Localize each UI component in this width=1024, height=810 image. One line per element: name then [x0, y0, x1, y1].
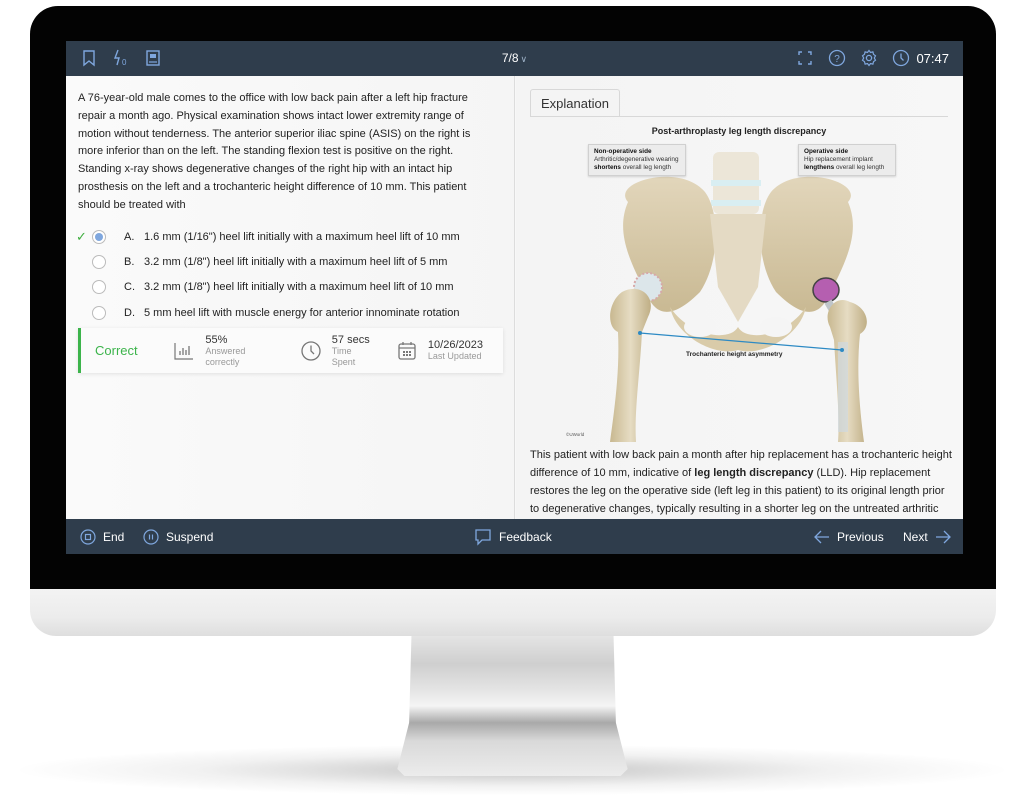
percent-label: Answered correctly — [205, 345, 246, 367]
option-letter: B. — [124, 256, 135, 269]
percent-value: 55% — [205, 333, 228, 346]
option-text: 1.6 mm (1/16") heel lift initially with … — [144, 230, 460, 243]
clock-icon — [892, 49, 910, 67]
figure-caption: Trochanteric height asymmetry — [686, 351, 783, 358]
callout-rest: overall leg length — [834, 164, 885, 171]
question-counter: 7/8 — [501, 51, 519, 65]
date-value: 10/26/2023 — [427, 339, 483, 351]
option-letter: A. — [124, 230, 135, 243]
end-label: End — [103, 529, 125, 544]
explanation-text: This patient with low back pain a month … — [530, 446, 955, 518]
explanation-pane: Explanation Post-arthroplasty leg length… — [516, 76, 963, 519]
monitor-chin — [30, 588, 996, 636]
callout-bold: lengthens — [804, 164, 835, 171]
question-stem: A 76-year-old male comes to the office w… — [78, 92, 471, 211]
settings-icon[interactable] — [860, 49, 878, 67]
answer-stats-panel: Correct 55% Answered correctly 57 secs T… — [78, 328, 503, 373]
callout-operative: Operative side Hip replacement implant l… — [798, 144, 896, 176]
calendar-icon — [396, 340, 418, 362]
percent-correct-stat: 55% Answered correctly — [173, 334, 279, 368]
question-pane: A 76-year-old male comes to the office w… — [66, 76, 515, 519]
explanation-figure[interactable]: Post-arthroplasty leg length discrepancy — [530, 122, 948, 442]
pause-icon — [143, 528, 159, 545]
time-value: 57 secs — [331, 333, 370, 346]
answer-option-a[interactable]: ✓ A. 1.6 mm (1/16") heel lift initially … — [76, 224, 460, 249]
answer-option-c[interactable]: C. 3.2 mm (1/8") heel lift initially wit… — [76, 275, 460, 300]
date-label: Last Updated — [427, 351, 482, 361]
figure-copyright: ©UWorld — [566, 432, 585, 437]
tab-explanation[interactable]: Explanation — [530, 89, 620, 116]
monitor-stand — [397, 636, 628, 776]
bottom-toolbar: End Suspend Feedback Previous Next — [66, 519, 963, 554]
radio-button[interactable] — [92, 280, 106, 295]
feedback-icon — [475, 528, 491, 546]
callout-non-operative: Non-operative side Arthritic/degenerativ… — [588, 144, 686, 176]
time-spent-stat: 57 secs Time Spent — [300, 334, 376, 368]
end-button[interactable]: End — [80, 519, 124, 554]
suspend-button[interactable]: Suspend — [143, 519, 213, 554]
answer-option-d[interactable]: D. 5 mm heel lift with muscle energy for… — [76, 300, 460, 325]
stop-icon — [80, 528, 96, 545]
radio-button[interactable] — [92, 229, 106, 244]
svg-text:?: ? — [835, 54, 841, 65]
clock-icon — [300, 340, 322, 362]
callout-bold: shortens — [594, 164, 621, 171]
help-icon[interactable]: ? — [828, 49, 846, 67]
feedback-button[interactable]: Feedback — [474, 519, 552, 554]
answer-options: ✓ A. 1.6 mm (1/16") heel lift initially … — [76, 224, 460, 326]
next-label: Next — [903, 529, 928, 544]
radio-button[interactable] — [92, 255, 106, 270]
fullscreen-icon[interactable] — [796, 49, 814, 67]
feedback-label: Feedback — [499, 529, 552, 544]
previous-button[interactable]: Previous — [814, 519, 884, 554]
callout-heading: Operative side — [804, 148, 849, 155]
left-femur — [610, 288, 651, 442]
top-toolbar: 0 7/8 ∨ ? 07:47 — [66, 41, 963, 76]
sacrum — [710, 214, 766, 322]
result-status: Correct — [95, 343, 138, 358]
callout-line: Hip replacement implant — [804, 156, 873, 163]
tab-divider — [530, 116, 948, 117]
next-button[interactable]: Next — [903, 519, 951, 554]
option-text: 5 mm heel lift with muscle energy for an… — [144, 306, 460, 319]
suspend-label: Suspend — [166, 529, 214, 544]
radio-button[interactable] — [92, 305, 106, 320]
chevron-down-icon: ∨ — [520, 54, 528, 64]
app-screen: 0 7/8 ∨ ? 07:47 A 76-year-old male comes… — [66, 41, 963, 554]
timer: 07:47 — [916, 50, 949, 66]
hip-implant — [812, 277, 840, 303]
option-text: 3.2 mm (1/8") heel lift initially with a… — [144, 256, 448, 269]
arrow-right-icon — [935, 530, 951, 543]
explanation-keyword: leg length discrepancy — [694, 467, 814, 479]
callout-rest: overall leg length — [621, 164, 672, 171]
option-letter: D. — [124, 306, 135, 319]
callout-heading: Non-operative side — [594, 148, 652, 155]
last-updated-stat: 10/26/2023 Last Updated — [396, 339, 483, 362]
time-label: Time Spent — [331, 345, 356, 367]
correct-check-icon: ✓ — [76, 228, 87, 244]
answer-option-b[interactable]: B. 3.2 mm (1/8") heel lift initially wit… — [76, 249, 460, 274]
bar-chart-icon — [173, 340, 195, 362]
previous-label: Previous — [837, 529, 884, 544]
callout-line: Arthritic/degenerative wearing — [594, 156, 679, 163]
option-text: 3.2 mm (1/8") heel lift initially with a… — [144, 281, 454, 294]
arrow-left-icon — [814, 530, 829, 543]
option-letter: C. — [124, 281, 135, 294]
